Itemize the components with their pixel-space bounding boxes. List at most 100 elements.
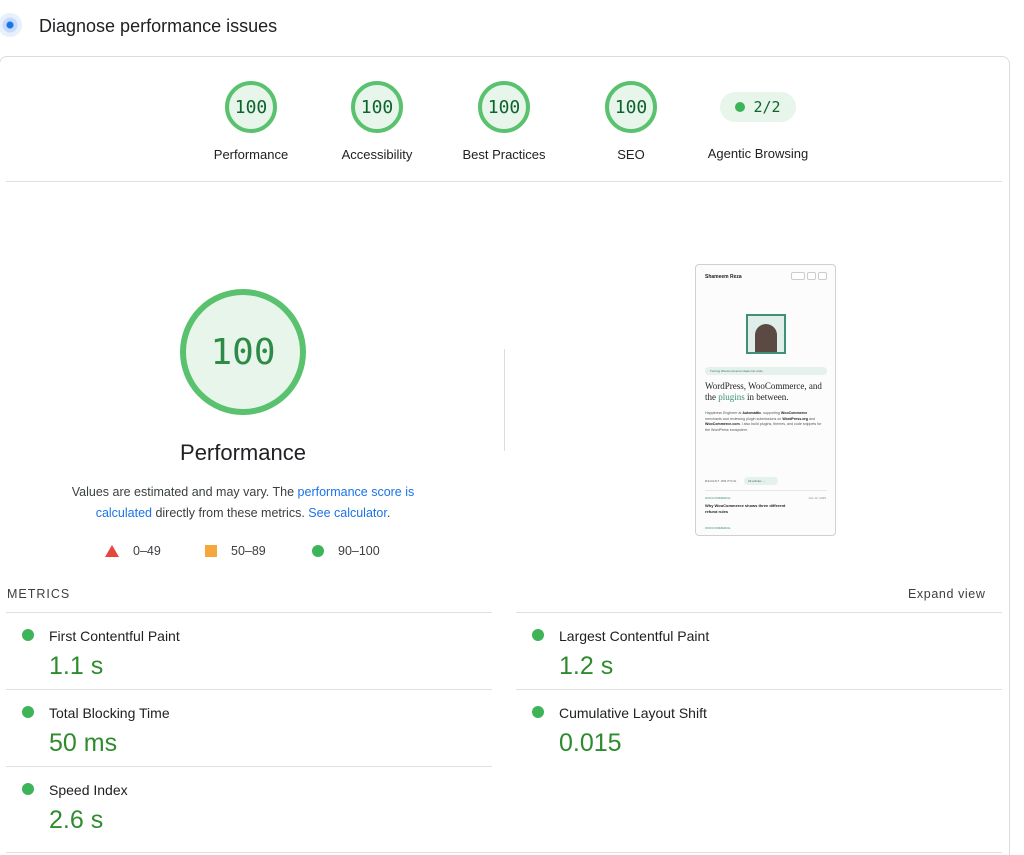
vertical-divider (504, 349, 505, 451)
metrics-title: METRICS (7, 587, 71, 601)
headline-accent: plugins (718, 392, 745, 402)
metric-name: Largest Contentful Paint (559, 628, 710, 644)
intro-bold: WooCommerce.com (705, 422, 740, 426)
metric-value: 2.6 s (49, 806, 104, 834)
metric-value: 0.015 (559, 729, 622, 757)
pass-dot-icon (22, 783, 34, 795)
gauge-label: Agentic Browsing (707, 146, 809, 161)
divider (516, 612, 1002, 613)
divider (705, 490, 827, 491)
metric-largest-contentful-paint: Largest Contentful Paint 1.2 s (532, 615, 1002, 691)
site-nav-buttons (791, 272, 827, 280)
all-articles-button: All articles → (744, 477, 778, 485)
gauge-ring: 100 (351, 81, 403, 133)
gauge-agentic-browsing[interactable]: 2/2 Agentic Browsing (693, 81, 823, 161)
report-panel: 100 Performance 100 Accessibility 100 Be… (0, 56, 1010, 855)
post-date: JUL 12, 2025 (808, 496, 826, 500)
gauge-ring: 100 (478, 81, 530, 133)
note-text: Values are estimated and may vary. The (71, 485, 298, 499)
gauge-performance[interactable]: 100 Performance (186, 81, 316, 162)
divider (6, 852, 1002, 853)
note-text: directly from these metrics. (151, 506, 309, 520)
nav-button (791, 272, 805, 280)
pass-circle-icon (312, 545, 324, 557)
site-intro: Happiness Engineer at Automattic, suppor… (705, 411, 823, 433)
legend-average: 50–89 (205, 544, 266, 558)
pass-dot-icon (532, 706, 544, 718)
agentic-value: 2/2 (753, 98, 781, 116)
legend-range: 0–49 (133, 544, 161, 558)
metric-name: First Contentful Paint (49, 628, 180, 644)
intro-text: and (808, 416, 816, 421)
gauge-label: Performance (213, 147, 289, 162)
metric-value: 1.2 s (559, 652, 614, 680)
metric-first-contentful-paint: First Contentful Paint 1.1 s (22, 615, 492, 691)
intro-text: merchants and reviewing plugin submissio… (705, 416, 783, 421)
performance-score: 100 (210, 331, 276, 373)
divider (6, 689, 492, 690)
post-tag: WOOCOMMERCE (705, 496, 731, 500)
note-text: . (386, 506, 391, 520)
intro-text: , supporting (761, 411, 781, 415)
intro-text: Happiness Engineer at (705, 411, 743, 415)
agentic-pill: 2/2 (720, 92, 796, 122)
metric-total-blocking-time: Total Blocking Time 50 ms (22, 692, 492, 768)
avatar (746, 314, 786, 354)
gauge-score: 100 (234, 96, 268, 118)
divider (516, 689, 1002, 690)
post-title: Why WooCommerce shows three different re… (705, 503, 786, 514)
divider (6, 612, 492, 613)
legend-range: 50–89 (231, 544, 266, 558)
site-headline: WordPress, WooCommerce, and the plugins … (705, 381, 829, 403)
headline-text: in between. (744, 392, 789, 402)
fail-triangle-icon (105, 545, 119, 557)
gauge-ring: 100 (225, 81, 277, 133)
metric-name: Cumulative Layout Shift (559, 705, 707, 721)
expand-view-toggle[interactable]: Expand view (908, 587, 985, 601)
score-note: Values are estimated and may vary. The p… (44, 482, 442, 524)
divider (6, 181, 1002, 182)
score-legend: 0–49 50–89 90–100 (105, 544, 405, 564)
metric-value: 1.1 s (49, 652, 104, 680)
nav-button (818, 272, 827, 280)
lighthouse-icon (0, 13, 22, 37)
metric-value: 50 ms (49, 729, 118, 757)
post-tag: WOOCOMMERCE (705, 526, 731, 530)
average-square-icon (205, 545, 217, 557)
gauge-seo[interactable]: 100 SEO (566, 81, 696, 162)
performance-gauge: 100 (180, 289, 306, 415)
legend-pass: 90–100 (312, 544, 380, 558)
site-tagline: Turning WooCommerce ideas into code (705, 367, 827, 375)
gauge-score: 100 (487, 96, 521, 118)
gauge-accessibility[interactable]: 100 Accessibility (312, 81, 442, 162)
recent-writing-label: RECENT WRITING (705, 479, 737, 483)
page-screenshot-thumbnail[interactable]: Shameem Reza Turning WooCommerce ideas i… (695, 264, 836, 536)
gauge-best-practices[interactable]: 100 Best Practices (439, 81, 569, 162)
pass-dot-icon (22, 629, 34, 641)
legend-range: 90–100 (338, 544, 380, 558)
divider (6, 766, 492, 767)
legend-fail: 0–49 (105, 544, 161, 558)
gauge-score: 100 (360, 96, 394, 118)
gauge-label: SEO (617, 147, 645, 162)
intro-bold: Automattic (742, 411, 762, 415)
metric-name: Total Blocking Time (49, 705, 170, 721)
avatar-face (755, 324, 777, 352)
nav-button (807, 272, 816, 280)
pass-dot-icon (735, 102, 746, 112)
metric-speed-index: Speed Index 2.6 s (22, 769, 492, 845)
page-header: Diagnose performance issues (0, 0, 1024, 54)
intro-bold: WordPress.org (782, 416, 809, 421)
pass-dot-icon (22, 706, 34, 718)
gauge-label: Best Practices (462, 147, 546, 162)
pass-dot-icon (532, 629, 544, 641)
gauge-label: Accessibility (341, 147, 413, 162)
metric-name: Speed Index (49, 782, 128, 798)
gauge-ring: 100 (605, 81, 657, 133)
intro-bold: WooCommerce (780, 411, 808, 415)
category-gauges: 100 Performance 100 Accessibility 100 Be… (0, 57, 1011, 183)
see-calculator-link[interactable]: See calculator (308, 506, 387, 520)
metric-cumulative-layout-shift: Cumulative Layout Shift 0.015 (532, 692, 1002, 768)
page-title: Diagnose performance issues (39, 16, 278, 36)
gauge-score: 100 (614, 96, 648, 118)
